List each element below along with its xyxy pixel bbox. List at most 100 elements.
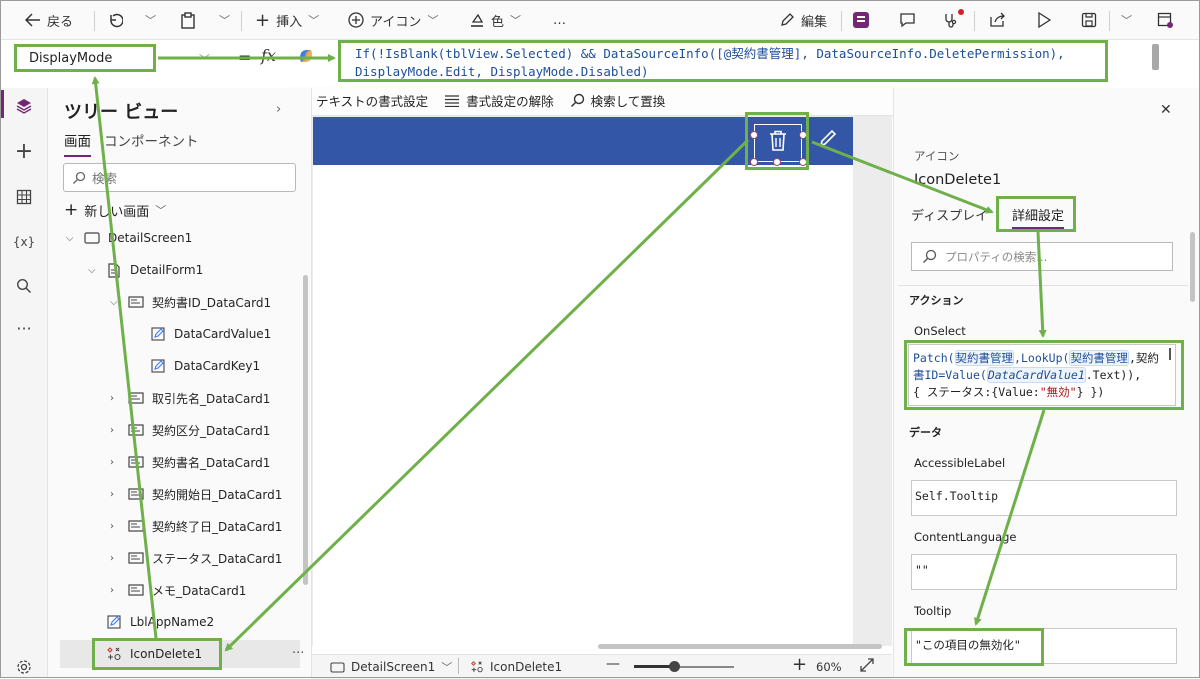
remove-format-label: 書式設定の解除 [466, 94, 554, 109]
comments-button[interactable] [899, 1, 916, 39]
zoom-slider-thumb[interactable] [669, 661, 680, 672]
tree-item-label: DetailForm1 [130, 263, 204, 277]
undo-button[interactable] [107, 1, 123, 39]
copilot-icon[interactable] [296, 46, 316, 66]
edit-pencil-icon[interactable] [818, 128, 838, 148]
insert-button[interactable]: + 挿入 ﹀ [255, 1, 319, 39]
tab-screens[interactable]: 画面 [64, 130, 91, 157]
annotation-box-delete-icon [745, 112, 809, 170]
tree-item-card-name[interactable]: › 契約書名_DataCard1 [110, 450, 270, 474]
notebook-icon [853, 12, 869, 28]
preview-button[interactable] [1037, 1, 1051, 39]
save-button[interactable] [1081, 1, 1097, 39]
control-name[interactable]: IconDelete1 [914, 172, 1001, 188]
list-lines-icon [444, 94, 460, 107]
tree-item-lblappname2[interactable]: LblAppName2 [106, 610, 214, 634]
color-button[interactable]: 色 ﹀ [469, 1, 521, 39]
chevron-right-icon: › [110, 456, 114, 468]
annotation-box-advanced-tab [996, 196, 1076, 232]
tree-item-label: 取引先名_DataCard1 [152, 391, 271, 406]
property-dropdown-value: DisplayMode [29, 50, 113, 66]
close-icon[interactable]: ✕ [1160, 102, 1172, 118]
chevron-down-icon: ﹀ [427, 14, 439, 27]
properties-scrollbar[interactable] [1190, 232, 1195, 302]
rail-variables-button[interactable]: {x} [12, 230, 36, 254]
icon-button[interactable]: アイコン ﹀ [348, 1, 438, 39]
publish-button[interactable] [1157, 1, 1174, 39]
stethoscope-icon [943, 8, 964, 29]
tree-item-card-startdate[interactable]: › 契約開始日_DataCard1 [110, 482, 282, 506]
undo-menu-chevron[interactable]: ﹀ [145, 1, 156, 39]
more-commands-button[interactable]: … [553, 1, 566, 39]
tree-item-more-button[interactable]: ··· [292, 646, 304, 661]
tree-item-label: 契約開始日_DataCard1 [152, 487, 283, 502]
code-text: .Text)), [1085, 368, 1142, 382]
tree-item-card-memo[interactable]: › メモ_DataCard1 [110, 578, 246, 602]
app-screen-preview[interactable] [313, 164, 853, 646]
datacard-icon [128, 423, 144, 437]
property-dropdown[interactable]: DisplayMode [14, 44, 156, 72]
code-source: 契約書管理 [954, 350, 1015, 366]
chevron-right-icon: › [110, 584, 114, 596]
new-screen-button[interactable]: + 新しい画面 ﹀ [64, 200, 166, 220]
tree-item-card-status[interactable]: › ステータス_DataCard1 [110, 546, 282, 570]
tree-item-card-enddate[interactable]: › 契約終了日_DataCard1 [110, 514, 282, 538]
tree-item-card-id[interactable]: ⌵ 契約書ID_DataCard1 [110, 290, 271, 314]
chevron-right-icon: › [110, 424, 114, 436]
tab-components[interactable]: コンポーネント [104, 130, 199, 150]
find-replace-label: 検索して置換 [590, 94, 666, 109]
accessiblelabel-input[interactable]: Self.Tooltip [911, 480, 1177, 516]
canvas-horizontal-scrollbar[interactable] [598, 644, 882, 649]
control-type-label: アイコン [914, 149, 960, 163]
rail-more-button[interactable]: ··· [12, 316, 36, 340]
rail-search-button[interactable] [12, 274, 36, 298]
chevron-right-icon: › [110, 488, 114, 500]
screen-breadcrumb[interactable]: DetailScreen1 ﹀ [330, 655, 452, 679]
paste-button[interactable] [181, 1, 195, 39]
zoom-in-button[interactable]: + [792, 654, 807, 675]
tree-scrollbar[interactable] [303, 275, 308, 585]
onselect-formula-input[interactable]: Patch(契約書管理,LookUp(契約書管理,契約 書ID=Value(Da… [908, 344, 1176, 406]
app-checker-button[interactable] [943, 1, 964, 39]
control-breadcrumb[interactable]: IconDelete1 [470, 655, 562, 679]
formula-input[interactable]: If(!IsBlank(tblView.Selected) && DataSou… [338, 40, 1108, 82]
edit-button[interactable]: 編集 [779, 1, 827, 39]
chevron-right-icon[interactable]: › [276, 102, 281, 117]
share-button[interactable] [989, 1, 1006, 39]
save-menu-chevron[interactable]: ﹀ [1121, 1, 1132, 39]
format-text-button[interactable]: テキストの書式設定 [294, 91, 428, 110]
tree-item-detailscreen1[interactable]: ⌵ DetailScreen1 [66, 226, 192, 250]
chevron-down-icon: ﹀ [1121, 14, 1132, 27]
formula-line-2: DisplayMode.Edit, DisplayMode.Disabled) [355, 64, 649, 79]
rail-data-button[interactable] [12, 185, 36, 209]
tree-item-datacardkey1[interactable]: DataCardKey1 [150, 354, 260, 378]
formula-scrollbar[interactable] [1152, 44, 1159, 70]
onselect-scrollbar[interactable] [1169, 348, 1171, 360]
tree-item-icondelete1[interactable]: IconDelete1 [106, 642, 202, 666]
edit-label: 編集 [801, 14, 828, 30]
comment-icon [899, 12, 916, 28]
datacard-icon [128, 391, 144, 405]
tree-item-card-category[interactable]: › 契約区分_DataCard1 [110, 418, 270, 442]
property-search-input[interactable]: プロパティの検索... [911, 242, 1173, 271]
rail-tree-view-button[interactable] [12, 94, 36, 118]
zoom-out-button[interactable]: — [606, 656, 620, 672]
tree-item-card-partner[interactable]: › 取引先名_DataCard1 [110, 386, 270, 410]
rail-insert-button[interactable]: + [12, 139, 36, 164]
paste-menu-chevron[interactable]: ﹀ [219, 1, 230, 39]
tree-item-datacardvalue1[interactable]: DataCardValue1 [150, 322, 271, 346]
tab-display[interactable]: ディスプレイ [911, 205, 988, 224]
back-button[interactable]: 戻る [25, 1, 73, 39]
chevron-right-icon: › [110, 520, 114, 532]
rail-settings-button[interactable] [12, 655, 36, 679]
form-icon [106, 262, 122, 278]
fit-to-window-icon[interactable] [860, 658, 874, 672]
find-replace-button[interactable]: 検索して置換 [570, 91, 666, 110]
tree-search-input[interactable]: 検索 [63, 163, 296, 192]
app-checker-active-button[interactable] [853, 1, 869, 39]
contentlanguage-input[interactable]: "" [911, 554, 1177, 590]
remove-format-button[interactable]: 書式設定の解除 [444, 91, 554, 110]
chevron-down-icon[interactable]: ﹀ [199, 51, 210, 67]
tree-item-detailform1[interactable]: ⌵ DetailForm1 [88, 258, 203, 282]
zoom-slider-fill [634, 665, 674, 668]
